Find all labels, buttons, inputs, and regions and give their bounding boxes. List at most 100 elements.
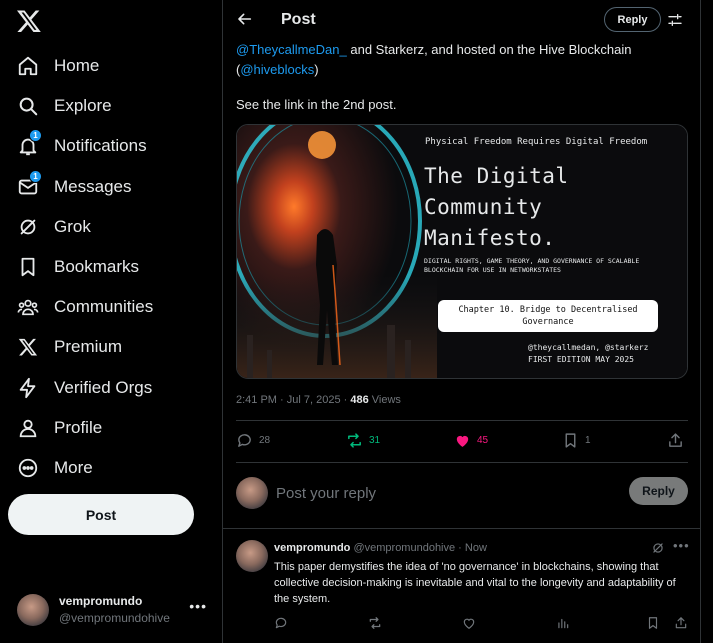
repost-icon[interactable] xyxy=(368,616,382,630)
post-meta: 2:41 PM · Jul 7, 2025 · 486 Views xyxy=(236,394,401,406)
bookmark-icon xyxy=(17,256,39,278)
heart-icon xyxy=(456,435,469,447)
heart-outline-icon[interactable] xyxy=(462,616,476,630)
avatar[interactable] xyxy=(236,540,268,572)
home-icon xyxy=(17,55,39,77)
nav-label: Communities xyxy=(54,297,154,317)
nav-label: Notifications xyxy=(54,136,147,156)
message-badge: 1 xyxy=(29,169,42,183)
post-text: @TheycallmeDan_ and Starkerz, and hosted… xyxy=(236,40,691,80)
reply-text: This paper demystifies the idea of 'no g… xyxy=(274,561,676,605)
post-text-line: See the link in the 2nd post. xyxy=(236,97,397,112)
reply-actions xyxy=(274,616,694,632)
bookmark-icon[interactable] xyxy=(646,616,660,630)
compose-post-button[interactable]: Post xyxy=(8,494,194,535)
nav-home[interactable]: Home xyxy=(0,46,222,86)
reply-input[interactable] xyxy=(276,482,576,504)
sidebar: Home Explore 1 Notifications 1 Messages xyxy=(0,0,222,643)
nav-label: Home xyxy=(54,56,100,76)
media-handles: @theycallmedan, @starkerz xyxy=(528,343,649,352)
repost-icon xyxy=(348,433,361,448)
nav-label: Profile xyxy=(54,417,103,437)
post-media-image[interactable]: Physical Freedom Requires Digital Freedo… xyxy=(236,124,688,379)
reply-action[interactable]: 28 xyxy=(236,432,270,449)
reply-header: vempromundo @vempromundohive · Now xyxy=(274,542,487,554)
main-column: Post Reply @TheycallmeDan_ and Starkerz,… xyxy=(222,0,701,643)
mention-link[interactable]: @TheycallmeDan_ xyxy=(236,42,347,57)
repost-count: 31 xyxy=(369,435,381,446)
reply-submit-button[interactable]: Reply xyxy=(629,477,688,505)
nav-label: Messages xyxy=(54,176,132,196)
lightning-icon xyxy=(17,377,39,399)
account-handle: @vempromundohive xyxy=(59,611,170,625)
reply-icon[interactable] xyxy=(274,616,288,630)
reply-post[interactable]: vempromundo @vempromundohive · Now ••• T… xyxy=(223,530,701,643)
nav-label: Grok xyxy=(54,216,91,236)
reply-count: 28 xyxy=(259,435,271,446)
header-reply-button[interactable]: Reply xyxy=(604,7,661,32)
nav-label: Bookmarks xyxy=(54,257,140,277)
media-kicker: Physical Freedom Requires Digital Freedo… xyxy=(425,137,648,147)
nav-explore[interactable]: Explore xyxy=(0,86,222,126)
nav-grok[interactable]: Grok xyxy=(0,207,222,247)
nav-messages[interactable]: 1 Messages xyxy=(0,167,222,207)
views-count: 486 xyxy=(350,394,369,406)
nav-notifications[interactable]: 1 Notifications xyxy=(0,126,222,166)
nav-label: More xyxy=(54,457,93,477)
back-arrow-icon[interactable] xyxy=(237,11,253,27)
reply-author-handle: @vempromundohive · Now xyxy=(350,542,487,554)
media-subtitle: DIGITAL RIGHTS, GAME THEORY, AND GOVERNA… xyxy=(424,257,640,274)
bell-icon: 1 xyxy=(17,129,42,157)
reply-author-name[interactable]: vempromundo xyxy=(274,542,350,554)
communities-icon xyxy=(17,296,39,318)
bookmark-icon xyxy=(565,433,576,448)
post-header: Post Reply xyxy=(223,0,701,40)
sliders-icon[interactable] xyxy=(667,12,683,28)
avatar xyxy=(17,594,49,626)
nav-label: Explore xyxy=(54,96,112,116)
account-text: vempromundo @vempromundohive xyxy=(59,593,170,627)
divider xyxy=(236,420,688,421)
nav-premium[interactable]: Premium xyxy=(0,327,222,367)
views-label: Views xyxy=(368,394,401,406)
account-name: vempromundo xyxy=(59,594,143,608)
nav-verified-orgs[interactable]: Verified Orgs xyxy=(0,368,222,408)
x-logo-icon[interactable] xyxy=(16,8,42,34)
share-icon[interactable] xyxy=(674,616,688,630)
bookmark-action[interactable]: 1 xyxy=(562,432,591,449)
search-icon xyxy=(17,95,39,117)
more-circle-icon xyxy=(17,457,39,479)
notification-badge: 1 xyxy=(29,129,42,143)
post-text-end: ) xyxy=(314,62,319,77)
like-action[interactable]: 45 xyxy=(454,432,488,449)
mention-link[interactable]: @hiveblocks xyxy=(240,62,314,77)
analytics-icon[interactable] xyxy=(556,616,570,630)
media-title: The Digital Community Manifesto. xyxy=(424,164,569,250)
post-actions: 28 31 45 1 xyxy=(236,432,688,454)
nav-label: Verified Orgs xyxy=(54,377,153,397)
nav-more[interactable]: More xyxy=(0,448,222,488)
like-count: 45 xyxy=(477,435,489,446)
reply-composer: Reply xyxy=(223,463,701,529)
page-title: Post xyxy=(281,11,316,28)
nav-label: Premium xyxy=(54,337,123,357)
share-action[interactable] xyxy=(667,432,684,449)
x-premium-icon xyxy=(17,336,39,358)
more-dots-icon: ••• xyxy=(189,598,207,614)
mail-icon: 1 xyxy=(17,169,42,198)
more-dots-icon[interactable]: ••• xyxy=(673,538,690,553)
reply-icon xyxy=(238,434,251,447)
primary-nav: Home Explore 1 Notifications 1 Messages xyxy=(0,46,222,488)
share-icon xyxy=(669,433,682,447)
grok-icon xyxy=(17,216,39,238)
bookmark-count: 1 xyxy=(585,435,591,446)
nav-profile[interactable]: Profile xyxy=(0,408,222,448)
person-icon xyxy=(17,417,39,439)
repost-action[interactable]: 31 xyxy=(346,432,380,449)
nav-bookmarks[interactable]: Bookmarks xyxy=(0,247,222,287)
grok-icon[interactable] xyxy=(651,541,665,555)
post-timestamp[interactable]: 2:41 PM · Jul 7, 2025 · xyxy=(236,394,350,406)
media-edition: FIRST EDITION MAY 2025 xyxy=(528,355,634,364)
nav-communities[interactable]: Communities xyxy=(0,287,222,327)
account-switcher[interactable]: vempromundo @vempromundohive ••• xyxy=(8,588,213,632)
